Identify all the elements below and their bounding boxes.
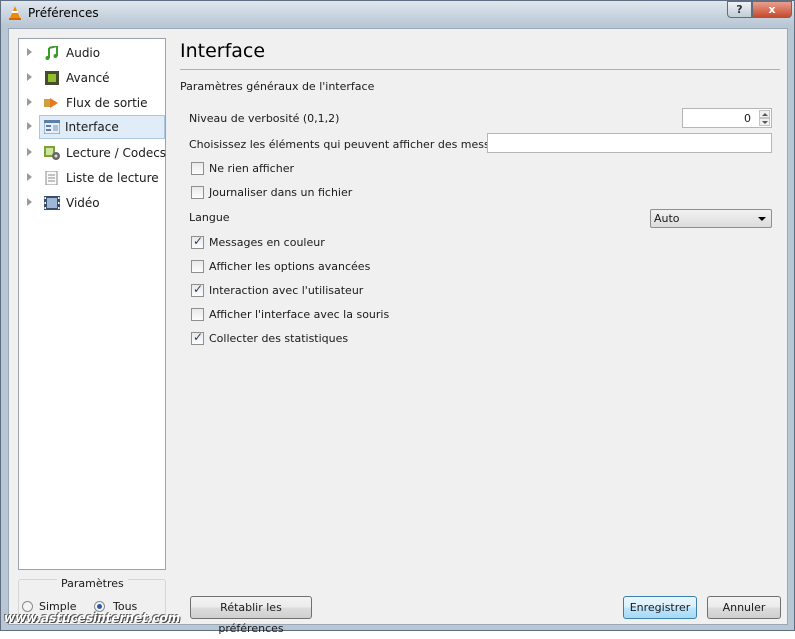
chip-icon (45, 71, 59, 85)
sidebar-item-label: Lecture / Codecs (66, 146, 167, 160)
sidebar-item-interface[interactable]: Interface (27, 115, 165, 139)
langue-dropdown[interactable]: Auto (650, 209, 772, 228)
expand-arrow-icon[interactable] (27, 122, 32, 130)
checkbox-label[interactable]: Afficher les options avancées (209, 260, 370, 273)
watermark: www.astucesinternet.com (4, 611, 181, 625)
preferences-window: Préférences ? x Audio Avancé Flux de sor… (0, 0, 795, 635)
settings-mode-title: Paramètres (57, 577, 128, 590)
expand-arrow-icon[interactable] (27, 148, 32, 156)
chevron-down-icon (758, 217, 766, 221)
checkbox-label[interactable]: Ne rien afficher (209, 162, 294, 175)
checkbox-journaliser[interactable] (191, 186, 204, 199)
sidebar-item-liste-de-lecture[interactable]: Liste de lecture (20, 166, 164, 190)
checkbox-label[interactable]: Collecter des statistiques (209, 332, 348, 345)
title-bar[interactable]: Préférences ? x (1, 1, 794, 26)
expand-arrow-icon[interactable] (27, 173, 32, 181)
sidebar-item-video[interactable]: Vidéo (20, 191, 164, 215)
expand-arrow-icon[interactable] (27, 73, 32, 81)
checkbox-messages-couleur[interactable] (191, 234, 204, 249)
sidebar-item-lecture-codecs[interactable]: Lecture / Codecs (20, 141, 167, 165)
verbosity-label: Niveau de verbosité (0,1,2) (189, 112, 340, 125)
vlc-cone-icon (9, 6, 21, 20)
film-icon (44, 196, 60, 210)
sidebar-item-label: Interface (65, 120, 119, 134)
sidebar-item-label: Vidéo (66, 196, 100, 210)
messages-input[interactable] (487, 133, 772, 153)
help-button[interactable]: ? (727, 1, 752, 18)
checkbox-interaction-utilisateur[interactable] (191, 282, 204, 297)
checkbox-label[interactable]: Afficher l'interface avec la souris (209, 308, 389, 321)
window-title: Préférences (28, 6, 99, 20)
section-subtitle: Paramètres généraux de l'interface (180, 80, 375, 93)
langue-label: Langue (189, 211, 230, 224)
reset-preferences-button[interactable]: Rétablir les préférences (190, 596, 312, 635)
sidebar-item-label: Flux de sortie (66, 96, 148, 110)
page-title: Interface (180, 40, 266, 62)
verbosity-value[interactable]: 0 (744, 112, 751, 125)
checkbox-label[interactable]: Messages en couleur (209, 236, 325, 249)
expand-arrow-icon[interactable] (27, 48, 32, 56)
save-button[interactable]: Enregistrer (623, 596, 697, 619)
stream-output-icon (44, 98, 58, 108)
sidebar-item-avance[interactable]: Avancé (20, 66, 164, 90)
music-note-icon (45, 46, 58, 60)
checkbox-options-avancees[interactable] (191, 260, 204, 273)
checkbox-label[interactable]: Journaliser dans un fichier (209, 186, 352, 199)
dialog-content: Audio Avancé Flux de sortie Interface Le… (8, 28, 788, 635)
spin-up-arrow-icon[interactable] (759, 110, 770, 118)
expand-arrow-icon[interactable] (27, 198, 32, 206)
sidebar-item-audio[interactable]: Audio (20, 41, 164, 65)
sidebar-item-label: Audio (66, 46, 101, 60)
checkbox-label[interactable]: Interaction avec l'utilisateur (209, 284, 363, 297)
spin-buttons (759, 110, 770, 126)
interface-icon (44, 120, 60, 134)
checkbox-ne-rien-afficher[interactable] (191, 162, 204, 175)
checkbox-interface-souris[interactable] (191, 308, 204, 321)
close-button[interactable]: x (752, 1, 792, 18)
langue-selected-value: Auto (654, 212, 680, 225)
sidebar-item-label: Avancé (66, 71, 110, 85)
playlist-icon (45, 171, 58, 185)
sidebar-item-flux-de-sortie[interactable]: Flux de sortie (20, 91, 164, 115)
codecs-icon (44, 146, 60, 160)
category-tree[interactable]: Audio Avancé Flux de sortie Interface Le… (18, 38, 166, 570)
verbosity-spinbox[interactable]: 0 (682, 108, 772, 128)
checkbox-statistiques[interactable] (191, 330, 204, 345)
title-divider (180, 69, 780, 70)
expand-arrow-icon[interactable] (27, 98, 32, 106)
sidebar-item-label: Liste de lecture (66, 171, 159, 185)
messages-label: Choisissez les éléments qui peuvent affi… (189, 138, 516, 151)
cancel-button[interactable]: Annuler (707, 596, 781, 619)
spin-down-arrow-icon[interactable] (759, 118, 770, 126)
